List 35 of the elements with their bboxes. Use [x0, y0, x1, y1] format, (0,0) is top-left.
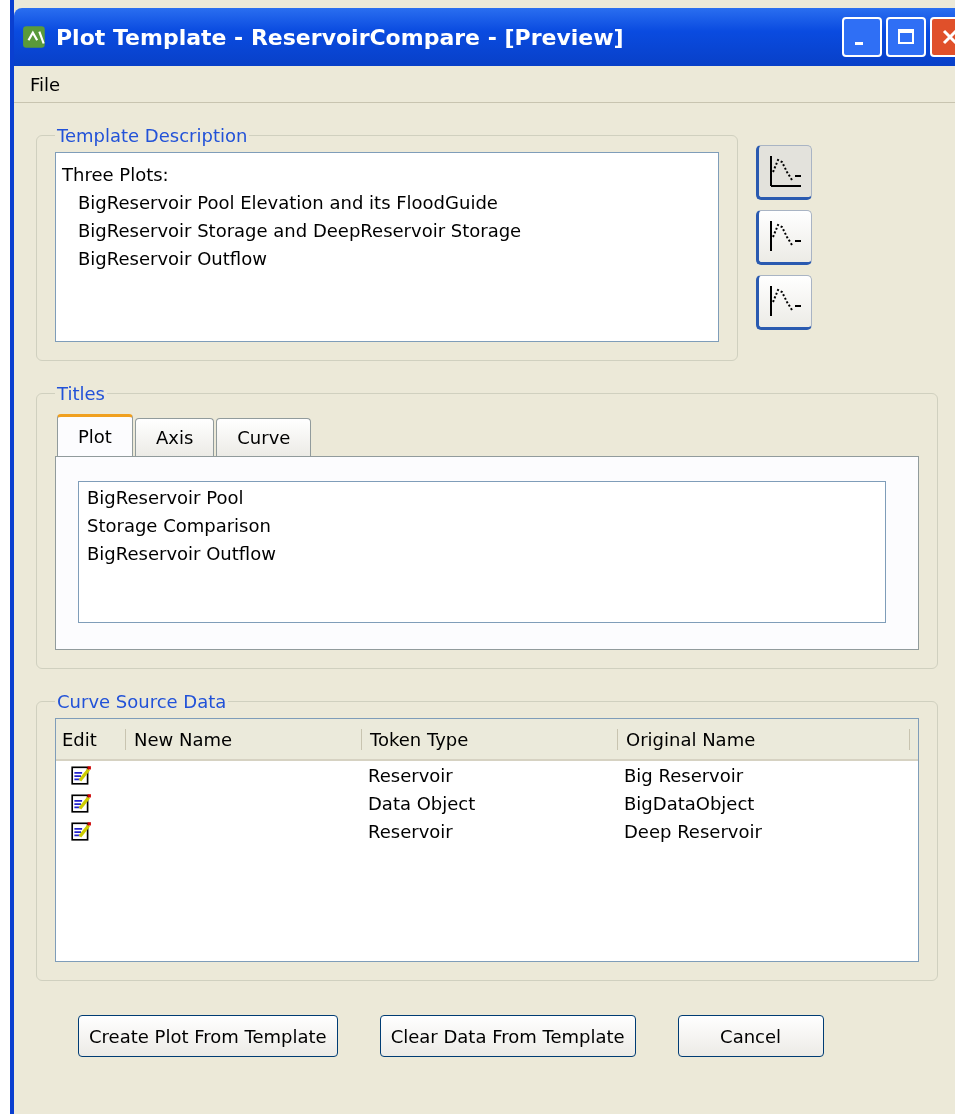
- dialog-button[interactable]: Clear Data From Template: [379, 1015, 636, 1057]
- tab[interactable]: Axis: [134, 418, 215, 456]
- group-title: Template Description: [56, 125, 249, 146]
- table-cell-text: Deep Reservoir: [623, 820, 763, 842]
- plot-button[interactable]: [756, 145, 812, 200]
- maximize-button[interactable]: [886, 17, 926, 57]
- plot-button[interactable]: [756, 210, 812, 265]
- tab[interactable]: Plot: [57, 414, 133, 456]
- table-cell-text: Data Object: [367, 792, 477, 814]
- dialog-button[interactable]: Cancel: [677, 1015, 824, 1057]
- close-icon: [940, 27, 955, 47]
- table-cell-text: Reservoir: [367, 764, 454, 786]
- column-header[interactable]: Edit: [56, 728, 126, 750]
- app-icon: [22, 24, 48, 50]
- column-header[interactable]: New Name: [126, 728, 362, 750]
- edit-icon[interactable]: [70, 820, 92, 842]
- group-title: Curve Source Data: [56, 691, 228, 712]
- titles-field[interactable]: BigReservoir Pool Storage Comparison BigReservoir Outflow: [78, 481, 886, 623]
- minimize-icon: [855, 41, 863, 45]
- edit-icon[interactable]: [70, 764, 92, 786]
- table-cell-text: Big Reservoir: [623, 764, 745, 786]
- table-cell-text: Reservoir: [367, 820, 454, 842]
- minimize-button[interactable]: [842, 17, 882, 57]
- menu-item[interactable]: File: [30, 73, 61, 95]
- edit-icon[interactable]: [70, 792, 92, 814]
- group-title: Titles: [56, 383, 106, 404]
- column-header[interactable]: Original Name: [618, 728, 910, 750]
- window-title: Plot Template - ReservoirCompare - [Preview]: [56, 24, 625, 50]
- table-cell-text: BigDataObject: [623, 792, 756, 814]
- dialog-button[interactable]: Create Plot From Template: [78, 1015, 338, 1057]
- column-header[interactable]: Token Type: [362, 728, 618, 750]
- plot-button[interactable]: [756, 275, 812, 330]
- tab[interactable]: Curve: [216, 418, 312, 456]
- description-field[interactable]: Three Plots: BigReservoir Pool Elevation and its FloodGuide BigReservoir Storage and DeepReservoir Storage BigReservoir Outflow: [55, 152, 719, 342]
- maximize-icon: [896, 27, 916, 47]
